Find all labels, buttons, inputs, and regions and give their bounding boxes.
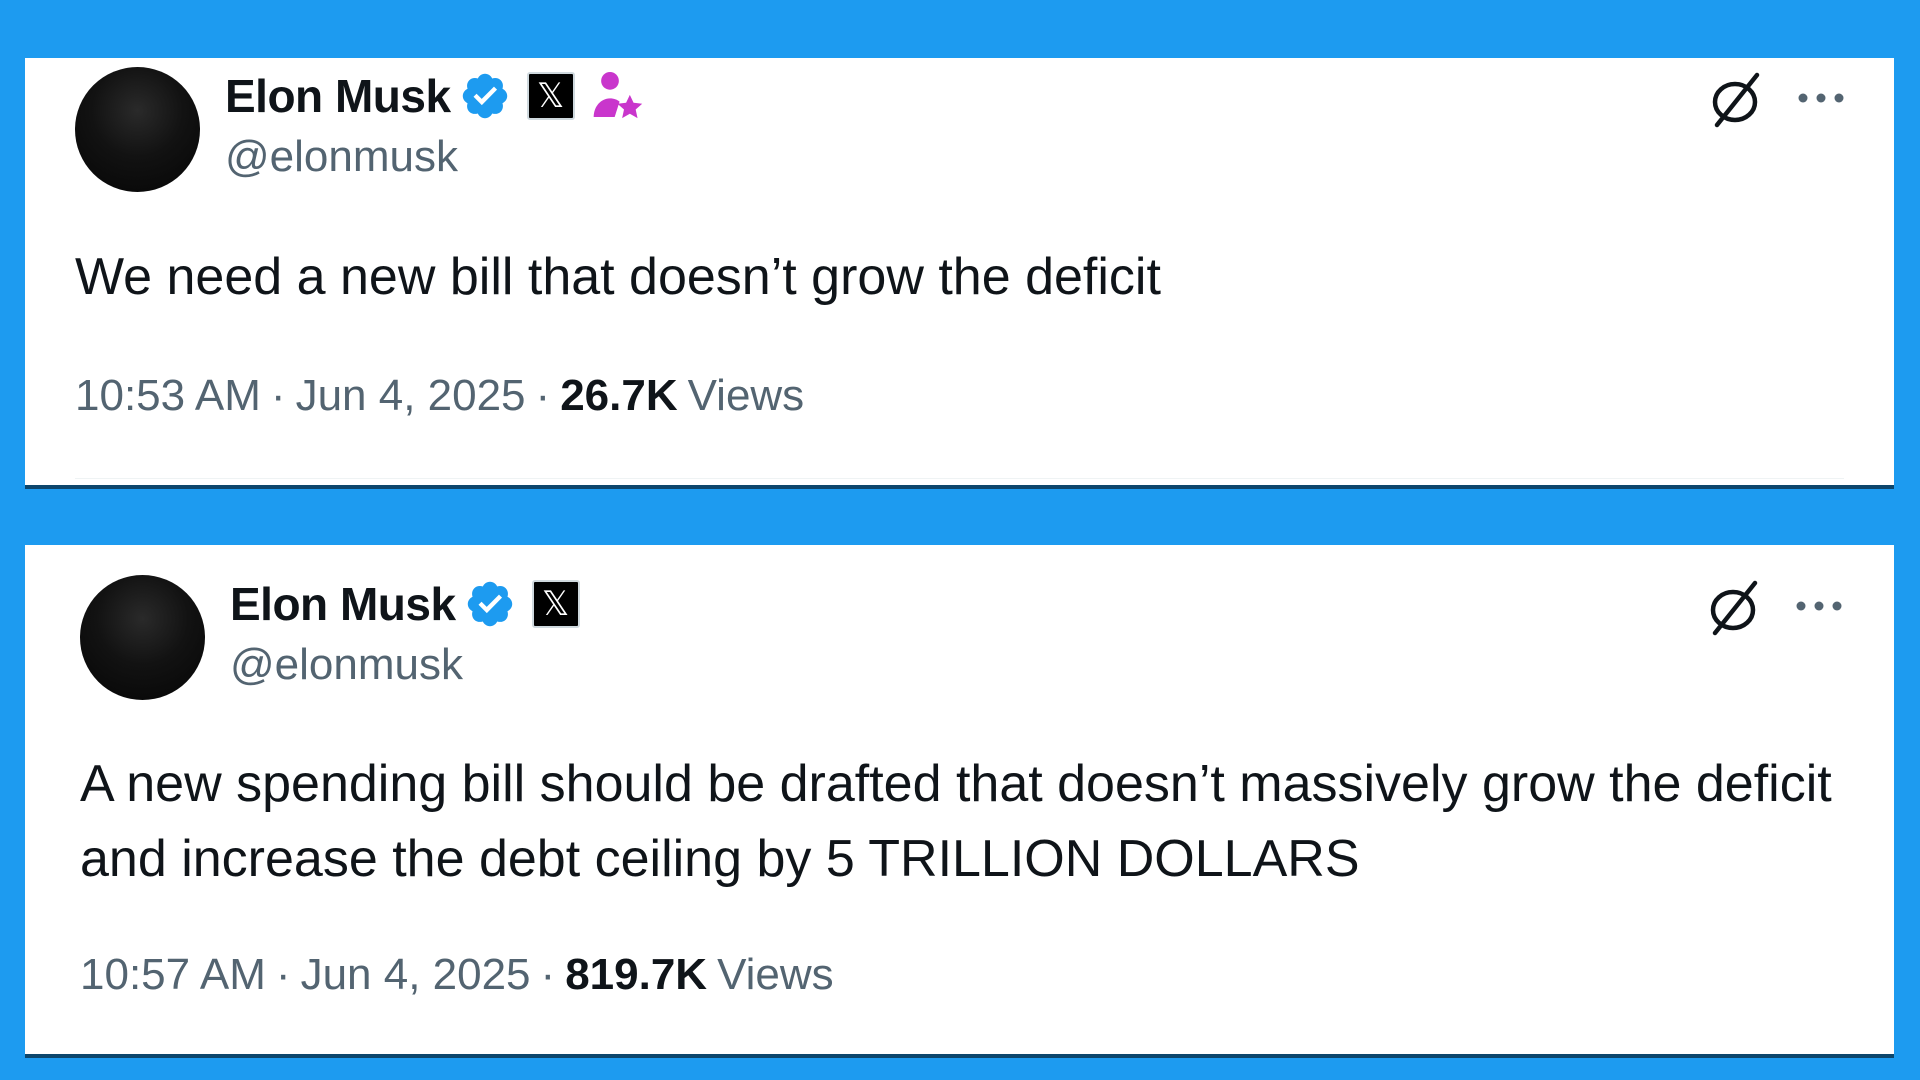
meta-separator: · (270, 371, 286, 420)
tweet-text: A new spending bill should be drafted th… (80, 755, 1832, 888)
more-options-icon[interactable] (1795, 88, 1847, 108)
author-handle[interactable]: @elonmusk (225, 132, 458, 182)
tweet-meta: 10:53 AM · Jun 4, 2025 · 26.7K Views (75, 371, 804, 421)
author-handle[interactable]: @elonmusk (230, 640, 463, 690)
avatar[interactable] (75, 67, 200, 192)
meta-separator: · (540, 950, 556, 999)
author-name-row: Elon Musk 𝕏 (225, 66, 645, 126)
grok-icon[interactable] (1707, 70, 1767, 130)
tweet-card[interactable]: Elon Musk 𝕏 @elonmusk A new spending bil… (25, 545, 1894, 1054)
tweet-card[interactable]: Elon Musk 𝕏 @elonmusk We need a new bill… (25, 58, 1894, 485)
author-display-name[interactable]: Elon Musk (230, 577, 456, 631)
author-name-row: Elon Musk 𝕏 (230, 574, 580, 634)
verified-icon[interactable] (464, 578, 516, 630)
tweet-date[interactable]: Jun 4, 2025 (301, 950, 531, 999)
views-count[interactable]: 819.7K (565, 950, 707, 999)
views-label: Views (717, 950, 834, 999)
avatar[interactable] (80, 575, 205, 700)
tweet-time[interactable]: 10:57 AM (80, 950, 266, 999)
author-display-name[interactable]: Elon Musk (225, 69, 451, 123)
person-star-icon[interactable] (589, 68, 645, 124)
more-options-icon[interactable] (1793, 596, 1845, 616)
tweet-text: We need a new bill that doesn’t grow the… (75, 248, 1161, 306)
tweet-meta: 10:57 AM · Jun 4, 2025 · 819.7K Views (80, 950, 834, 1000)
tweet-date[interactable]: Jun 4, 2025 (296, 371, 526, 420)
grok-icon[interactable] (1705, 578, 1765, 638)
divider (75, 478, 1844, 479)
x-affiliate-icon[interactable]: 𝕏 (526, 72, 575, 120)
views-label: Views (687, 371, 805, 420)
tweet-time[interactable]: 10:53 AM (75, 371, 261, 420)
views-count[interactable]: 26.7K (560, 371, 677, 420)
verified-icon[interactable] (459, 70, 511, 122)
x-affiliate-icon[interactable]: 𝕏 (531, 580, 580, 628)
meta-separator: · (535, 371, 551, 420)
meta-separator: · (275, 950, 291, 999)
